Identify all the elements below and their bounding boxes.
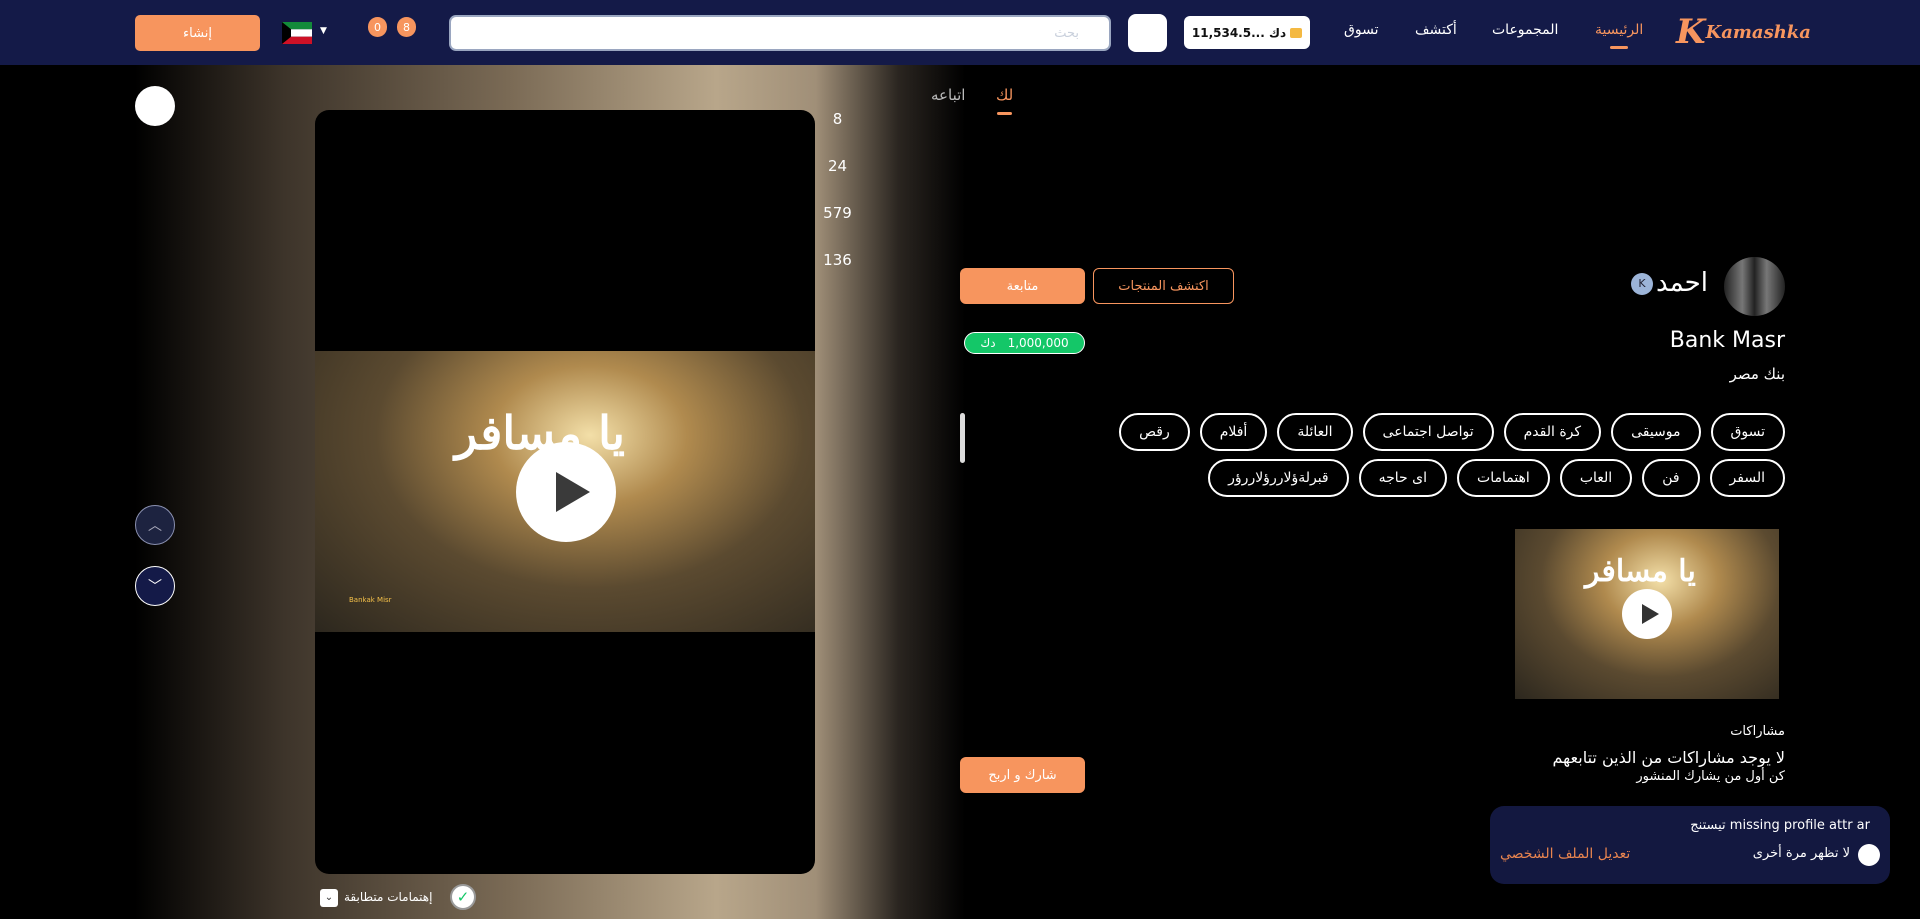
scroll-up-button[interactable]: ︿ (135, 505, 175, 545)
dont-show-label[interactable]: لا تظهر مرة أخرى (1753, 846, 1850, 861)
coin-icon (1290, 27, 1303, 38)
messages-badge[interactable]: 0 (368, 17, 387, 37)
empty-posts-subtitle: كن أول من يشارك المنشور (1636, 769, 1785, 784)
notifications-badge[interactable]: 8 (397, 17, 416, 37)
tag[interactable]: العاب (1559, 459, 1633, 497)
tag[interactable]: اهتمامات (1457, 459, 1550, 497)
nav-shop[interactable]: تسوق (1344, 22, 1378, 38)
profile-toast: missing profile attr ar تيستنج لا تظهر م… (1490, 806, 1890, 884)
check-icon: ✓ (450, 884, 476, 910)
post-thumbnail[interactable]: يا مسافر (1515, 529, 1779, 699)
verified-badge-icon: K (1631, 273, 1653, 295)
tag[interactable]: السفر (1709, 459, 1785, 497)
chevron-down-icon: ﹀ (148, 579, 162, 595)
like-count[interactable]: 8 (815, 110, 860, 128)
play-icon[interactable] (1622, 589, 1672, 639)
thumb-title-art: يا مسافر (1585, 554, 1696, 589)
nav-discover[interactable]: أكتشف (1415, 22, 1457, 38)
interest-tags: تسوق موسيقى كرة القدم تواصل اجتماعى العا… (1040, 413, 1785, 497)
tag[interactable]: رقص (1119, 413, 1190, 451)
discover-products-button[interactable]: اكتشف المنتجات (1093, 268, 1234, 304)
tag[interactable]: فن (1642, 459, 1700, 497)
watermark: Bankak Misr (349, 596, 392, 604)
comment-count[interactable]: 24 (815, 157, 860, 175)
active-tab-indicator (997, 112, 1012, 115)
tag[interactable]: اى حاجه (1358, 459, 1448, 497)
tag[interactable]: كرة القدم (1503, 413, 1602, 451)
close-button[interactable] (135, 86, 175, 126)
profile-title: Bank Masr (1669, 328, 1785, 353)
dont-show-radio[interactable] (1858, 844, 1880, 866)
chevron-down-icon[interactable]: ▼ (320, 26, 327, 36)
scroll-down-button[interactable]: ﹀ (135, 566, 175, 606)
empty-posts-title: لا يوجد مشاراكات من الذين تتابعهم (1552, 748, 1785, 767)
follow-button[interactable]: متابعة (960, 268, 1085, 304)
tag[interactable]: أفلام (1199, 413, 1268, 451)
share-count[interactable]: 136 (815, 251, 860, 269)
nav-home[interactable]: الرئيسية (1595, 22, 1643, 49)
avatar[interactable] (1724, 257, 1785, 316)
tag[interactable]: تسوق (1710, 413, 1785, 451)
blank-button[interactable] (1128, 14, 1167, 52)
search-input[interactable]: بحث (449, 15, 1111, 51)
toast-message: missing profile attr ar تيستنج (1690, 818, 1870, 833)
balance-pill: دك 1,000,000 (964, 332, 1085, 354)
video-player[interactable]: يا مسافر Bankak Misr (315, 110, 815, 874)
tag[interactable]: العائلة (1277, 413, 1353, 451)
profile-subtitle: بنك مصر (1729, 365, 1785, 383)
view-count[interactable]: 579 (815, 204, 860, 222)
wallet-balance[interactable]: 11,534.5... دك (1184, 16, 1310, 49)
play-icon[interactable] (516, 442, 616, 542)
scrollbar[interactable] (960, 413, 965, 463)
tag[interactable]: قبرلةؤلاررؤلاررؤر (1208, 459, 1349, 497)
video-frame: يا مسافر Bankak Misr (315, 351, 815, 632)
wallet-amount: 11,534.5... دك (1191, 25, 1287, 40)
kuwait-flag-icon[interactable] (282, 22, 312, 44)
tab-for-you[interactable]: لك (996, 86, 1013, 104)
nav-groups[interactable]: المجموعات (1492, 22, 1558, 38)
share-and-earn-button[interactable]: شارك و اربح (960, 757, 1085, 793)
search-placeholder: بحث (1054, 25, 1079, 41)
interests-dropdown[interactable]: ⌄ (320, 889, 338, 907)
posts-label: مشاراكات (1730, 724, 1785, 739)
kamashka-logo[interactable]: K Kamashka (1676, 12, 1811, 52)
top-navbar: K Kamashka الرئيسية المجموعات أكتشف تسوق … (0, 0, 1920, 65)
chevron-up-icon: ︿ (148, 518, 162, 534)
balance-amount: 1,000,000 (1007, 336, 1069, 350)
create-button[interactable]: إنشاء (135, 15, 260, 51)
currency: دك (980, 336, 996, 350)
profile-name: احمد (1656, 268, 1708, 298)
tag[interactable]: موسيقى (1611, 413, 1701, 451)
interests-label: إهتمامات متطابقة (344, 890, 433, 904)
edit-profile-link[interactable]: تعديل الملف الشخصي (1500, 846, 1630, 862)
tab-following[interactable]: اتباعه (931, 86, 965, 104)
tag[interactable]: تواصل اجتماعى (1362, 413, 1494, 451)
